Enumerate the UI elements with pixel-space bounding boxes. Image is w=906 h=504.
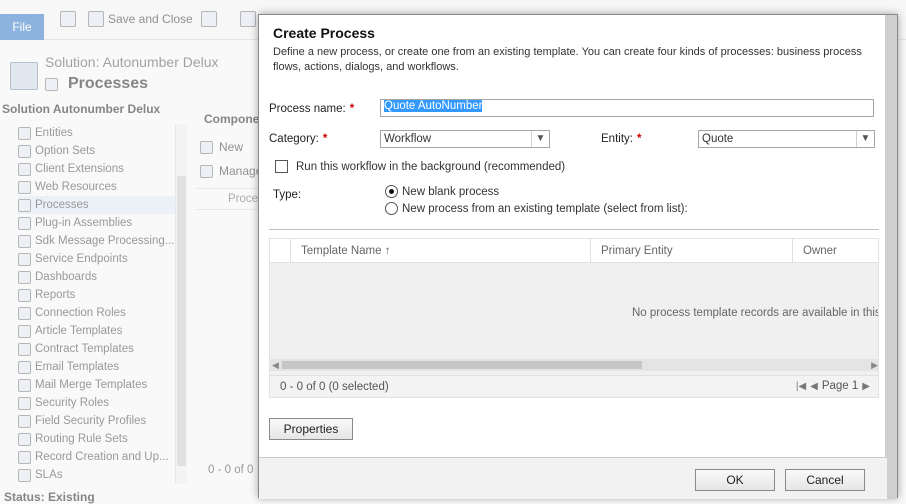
process-name-text: Process name: [269, 103, 346, 115]
owner-column[interactable]: Owner [792, 239, 878, 263]
scroll-left-icon[interactable]: ◀ [272, 359, 279, 371]
type-label: Type: [273, 189, 302, 201]
process-name-value: Quote AutoNumber [384, 100, 483, 112]
radio-template[interactable] [385, 202, 398, 215]
type-option-blank-label: New blank process [402, 185, 500, 198]
type-option-template-label: New process from an existing template (s… [402, 202, 688, 215]
category-text: Category: [269, 133, 319, 145]
process-name-label: Process name: * [269, 103, 354, 115]
cancel-button[interactable]: Cancel [785, 469, 865, 491]
entity-text: Entity: [601, 133, 633, 145]
process-name-input[interactable]: Quote AutoNumber [380, 99, 874, 117]
background-checkbox[interactable] [275, 160, 288, 173]
background-checkbox-row[interactable]: Run this workflow in the background (rec… [275, 160, 565, 173]
divider [269, 229, 879, 230]
type-option-blank[interactable]: New blank process [385, 185, 499, 198]
dialog-title: Create Process [273, 25, 375, 41]
entity-value: Quote [702, 133, 734, 145]
template-name-column[interactable]: Template Name ↑ [290, 239, 590, 263]
category-select[interactable]: Workflow ▼ [380, 130, 550, 148]
grid-empty-message: No process template records are availabl… [632, 307, 879, 319]
next-page-icon[interactable]: ▶ [862, 381, 870, 392]
first-page-icon[interactable]: |◀ [796, 381, 806, 392]
template-name-column-label: Template Name [301, 245, 382, 257]
pager: |◀ ◀ Page 1 ▶ [796, 380, 870, 392]
entity-label: Entity: * [601, 133, 641, 145]
page-label: Page 1 [821, 380, 859, 392]
chevron-down-icon: ▼ [531, 131, 549, 147]
background-checkbox-label: Run this workflow in the background (rec… [296, 160, 566, 173]
sort-ascending-icon: ↑ [384, 245, 391, 257]
primary-entity-column[interactable]: Primary Entity [590, 239, 792, 263]
entity-select[interactable]: Quote ▼ [698, 130, 875, 148]
dialog-description: Define a new process, or create one from… [273, 46, 862, 73]
scroll-right-icon[interactable]: ▶ [871, 359, 878, 371]
required-marker: * [349, 103, 355, 115]
template-grid: Template Name ↑ Primary Entity Owner No … [269, 238, 879, 398]
grid-horizontal-scrollbar[interactable]: ◀ ▶ [270, 359, 878, 371]
grid-scrollbar-thumb[interactable] [282, 361, 642, 369]
dialog-footer: OK Cancel [259, 457, 887, 499]
create-process-dialog: Create Process Define a new process, or … [258, 14, 898, 499]
grid-header: Template Name ↑ Primary Entity Owner [270, 239, 878, 263]
previous-page-icon[interactable]: ◀ [810, 381, 818, 392]
category-value: Workflow [384, 133, 432, 145]
grid-record-count: 0 - 0 of 0 (0 selected) [280, 381, 389, 393]
required-marker: * [322, 133, 328, 145]
dialog-scrollbar[interactable] [885, 15, 897, 499]
properties-button[interactable]: Properties [269, 418, 353, 440]
grid-footer: 0 - 0 of 0 (0 selected) |◀ ◀ Page 1 ▶ [270, 375, 878, 397]
radio-blank[interactable] [385, 185, 398, 198]
type-option-template[interactable]: New process from an existing template (s… [385, 202, 688, 215]
category-label: Category: * [269, 133, 327, 145]
required-marker: * [636, 133, 642, 145]
chevron-down-icon: ▼ [856, 131, 874, 147]
ok-button[interactable]: OK [695, 469, 775, 491]
